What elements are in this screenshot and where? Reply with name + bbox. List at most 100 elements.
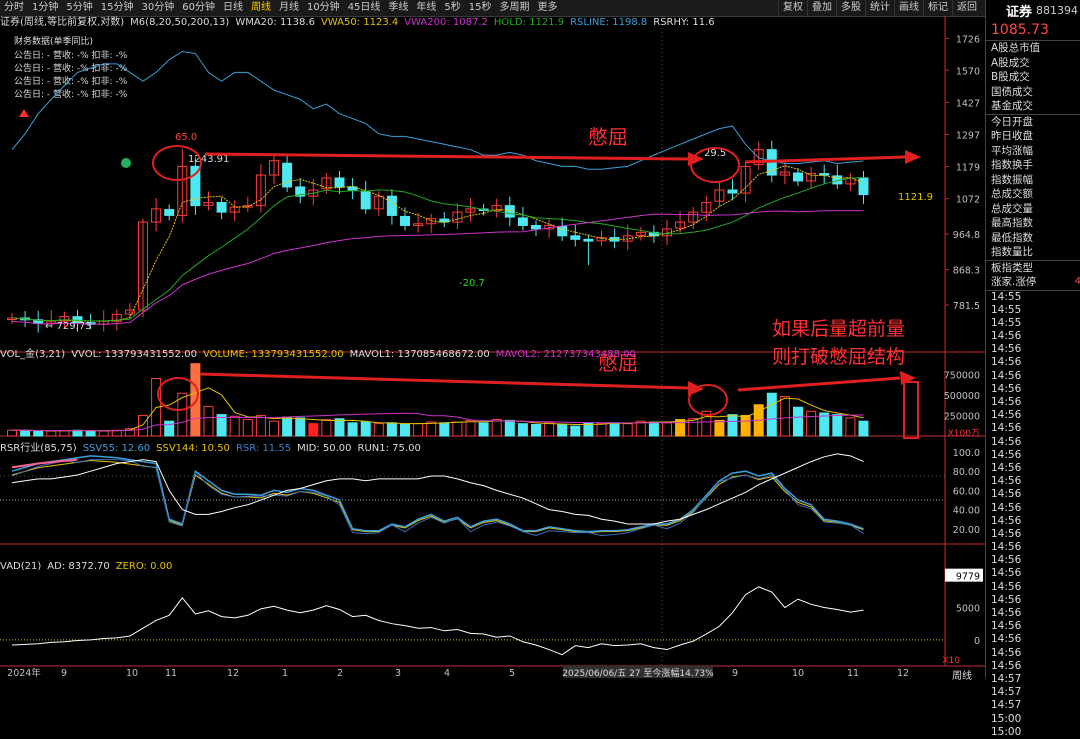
annotation-text: 憋屈 bbox=[588, 125, 628, 149]
main-indicator-line: 证券(周线,等比前复权,对数) M6(8,20,50,200,13) WMA20: … bbox=[0, 16, 721, 30]
tick-time: 14:56 bbox=[986, 528, 1080, 541]
price-tick-label: 1427 bbox=[956, 98, 980, 109]
volume-bar bbox=[845, 417, 856, 437]
tick-time-label: 14:56 bbox=[991, 422, 1022, 435]
period-tab-9[interactable]: 10分钟 bbox=[303, 0, 344, 16]
rsr-indicator-line: RSR行业(85,75) SSV55: 12.60 SSV144: 10.50 RSR… bbox=[0, 442, 427, 456]
tick-time-label: 15:00 bbox=[991, 725, 1022, 738]
tick-time-label: 14:56 bbox=[991, 435, 1022, 448]
price-tick-label: 1726 bbox=[956, 34, 980, 45]
period-tab-7[interactable]: 周线 bbox=[247, 0, 275, 16]
volume-bar bbox=[452, 421, 463, 437]
period-indicator-weekly[interactable]: 周线 bbox=[952, 667, 972, 682]
tick-time-label: 14:56 bbox=[991, 448, 1022, 461]
volume-bar bbox=[832, 414, 843, 437]
finance-title: 财务数据(单季同比) bbox=[14, 35, 93, 47]
sidebar-stat-label: 今日开盘 bbox=[991, 115, 1033, 128]
candle-body bbox=[727, 189, 738, 194]
period-tab-2[interactable]: 5分钟 bbox=[62, 0, 96, 16]
tick-time: 14:56 bbox=[986, 396, 1080, 409]
x-axis-label: 11 bbox=[847, 668, 859, 678]
vol-indicator-line: VOL_金(3,21) VVOL: 133793431552.00 VOLUME: … bbox=[0, 348, 642, 362]
period-tab-15[interactable]: 多周期 bbox=[496, 0, 534, 16]
tick-time: 14:56 bbox=[986, 541, 1080, 554]
rsr-tick-label: 40.00 bbox=[953, 506, 980, 517]
volume-bar bbox=[400, 423, 410, 437]
candle-body bbox=[334, 177, 345, 188]
period-tab-12[interactable]: 年线 bbox=[412, 0, 440, 16]
volume-bar bbox=[46, 430, 57, 437]
volume-bar bbox=[282, 416, 293, 437]
sidebar-stat-label: 指数振幅 bbox=[991, 173, 1033, 186]
candle-body bbox=[282, 162, 293, 188]
volume-bar bbox=[269, 420, 279, 437]
kline-chart-svg[interactable]: 财务数据(单季同比)公告日: - 营收: -% 扣非: -%公告日: - 营收:… bbox=[0, 16, 985, 678]
tick-time-label: 14:56 bbox=[991, 607, 1022, 619]
rsr-tick-label: 80.00 bbox=[953, 467, 980, 478]
period-tab-3[interactable]: 15分钟 bbox=[97, 0, 138, 16]
indicator-value: RSR行业(85,75) bbox=[0, 443, 77, 454]
indicator-value: ZERO: 0.00 bbox=[115, 561, 173, 572]
period-tab-16[interactable]: 更多 bbox=[534, 0, 562, 16]
rsr-tick-label: 60.00 bbox=[953, 486, 980, 497]
tick-time-label: 14:56 bbox=[991, 659, 1022, 672]
tool-button-0[interactable]: 复权 bbox=[778, 0, 807, 16]
ad-line bbox=[11, 586, 864, 656]
sidebar-stat-label: 指数量比 bbox=[991, 246, 1033, 258]
tick-time-label: 14:56 bbox=[991, 382, 1022, 395]
sidebar-stat-label: 总成交量 bbox=[991, 202, 1033, 215]
chart-tools: 复权 叠加 多股 统计 画线 标记 返回 bbox=[778, 0, 981, 16]
x-axis-label: 3 bbox=[395, 668, 401, 678]
sidebar-item-label: 基金成交 bbox=[991, 100, 1033, 112]
vad-unit-label: X10 bbox=[942, 656, 960, 666]
volume-bar bbox=[491, 419, 502, 437]
sidebar-stat-label: 昨日收盘 bbox=[991, 130, 1033, 142]
price-tick-label: 1179 bbox=[956, 163, 980, 174]
x-axis-label: 12 bbox=[227, 668, 239, 678]
tool-button-5[interactable]: 标记 bbox=[923, 0, 952, 16]
volume-bar bbox=[203, 405, 214, 437]
tick-time-label: 14:55 bbox=[991, 303, 1022, 316]
index-name: 证券 bbox=[1005, 4, 1032, 20]
x-axis-label: 12 bbox=[897, 668, 909, 678]
candle-body bbox=[386, 195, 397, 216]
tool-button-4[interactable]: 画线 bbox=[894, 0, 923, 16]
period-tab-0[interactable]: 分时 bbox=[0, 0, 28, 16]
period-tab-1[interactable]: 1分钟 bbox=[28, 0, 62, 16]
vwa200-line bbox=[11, 210, 864, 325]
indicator-value: HOLD: 1121.9 bbox=[493, 17, 565, 28]
tick-time-label: 14:56 bbox=[991, 633, 1022, 646]
period-tab-5[interactable]: 60分钟 bbox=[178, 0, 219, 16]
index-price: 1085.73 bbox=[986, 20, 1080, 41]
period-tab-10[interactable]: 45日线 bbox=[344, 0, 385, 16]
chart-area[interactable]: 财务数据(单季同比) 公告日: - 营收: -% 扣非: -% 公告日: - 营收:… bbox=[0, 16, 985, 678]
tick-time-label: 14:56 bbox=[991, 514, 1022, 527]
tool-button-2[interactable]: 多股 bbox=[836, 0, 865, 16]
tool-button-1[interactable]: 叠加 bbox=[807, 0, 836, 16]
finance-row: 公告日: - 营收: -% 扣非: -% bbox=[14, 75, 128, 87]
sidebar-item: 基金成交 bbox=[986, 99, 1080, 114]
volume-bar bbox=[779, 396, 790, 437]
period-tab-11[interactable]: 季线 bbox=[384, 0, 412, 16]
x-axis-label: 4 bbox=[444, 668, 450, 678]
tick-time: 14:56 bbox=[986, 330, 1080, 343]
volume-bar bbox=[334, 418, 345, 437]
period-tab-8[interactable]: 月线 bbox=[275, 0, 303, 16]
volume-bar bbox=[85, 430, 96, 437]
candle-body bbox=[360, 191, 371, 210]
period-tab-4[interactable]: 30分钟 bbox=[137, 0, 178, 16]
price-tick-label: 868.3 bbox=[953, 266, 980, 277]
period-tab-13[interactable]: 5秒 bbox=[440, 0, 464, 16]
sidebar-stat: 今日开盘 bbox=[986, 113, 1080, 130]
indicator-value: VOL_金(3,21) bbox=[0, 349, 66, 360]
tool-button-3[interactable]: 统计 bbox=[865, 0, 894, 16]
candle-body bbox=[570, 235, 581, 240]
period-tab-14[interactable]: 15秒 bbox=[465, 0, 496, 16]
tick-time-label: 14:56 bbox=[991, 554, 1022, 567]
period-tab-6[interactable]: 日线 bbox=[219, 0, 247, 16]
rsline-line bbox=[11, 50, 864, 170]
candle-body bbox=[164, 209, 175, 216]
tool-button-6[interactable]: 返回 bbox=[952, 0, 981, 16]
low-pct-label: -20.7 bbox=[459, 278, 485, 289]
sidebar-type: 板指类型 bbox=[986, 259, 1080, 276]
